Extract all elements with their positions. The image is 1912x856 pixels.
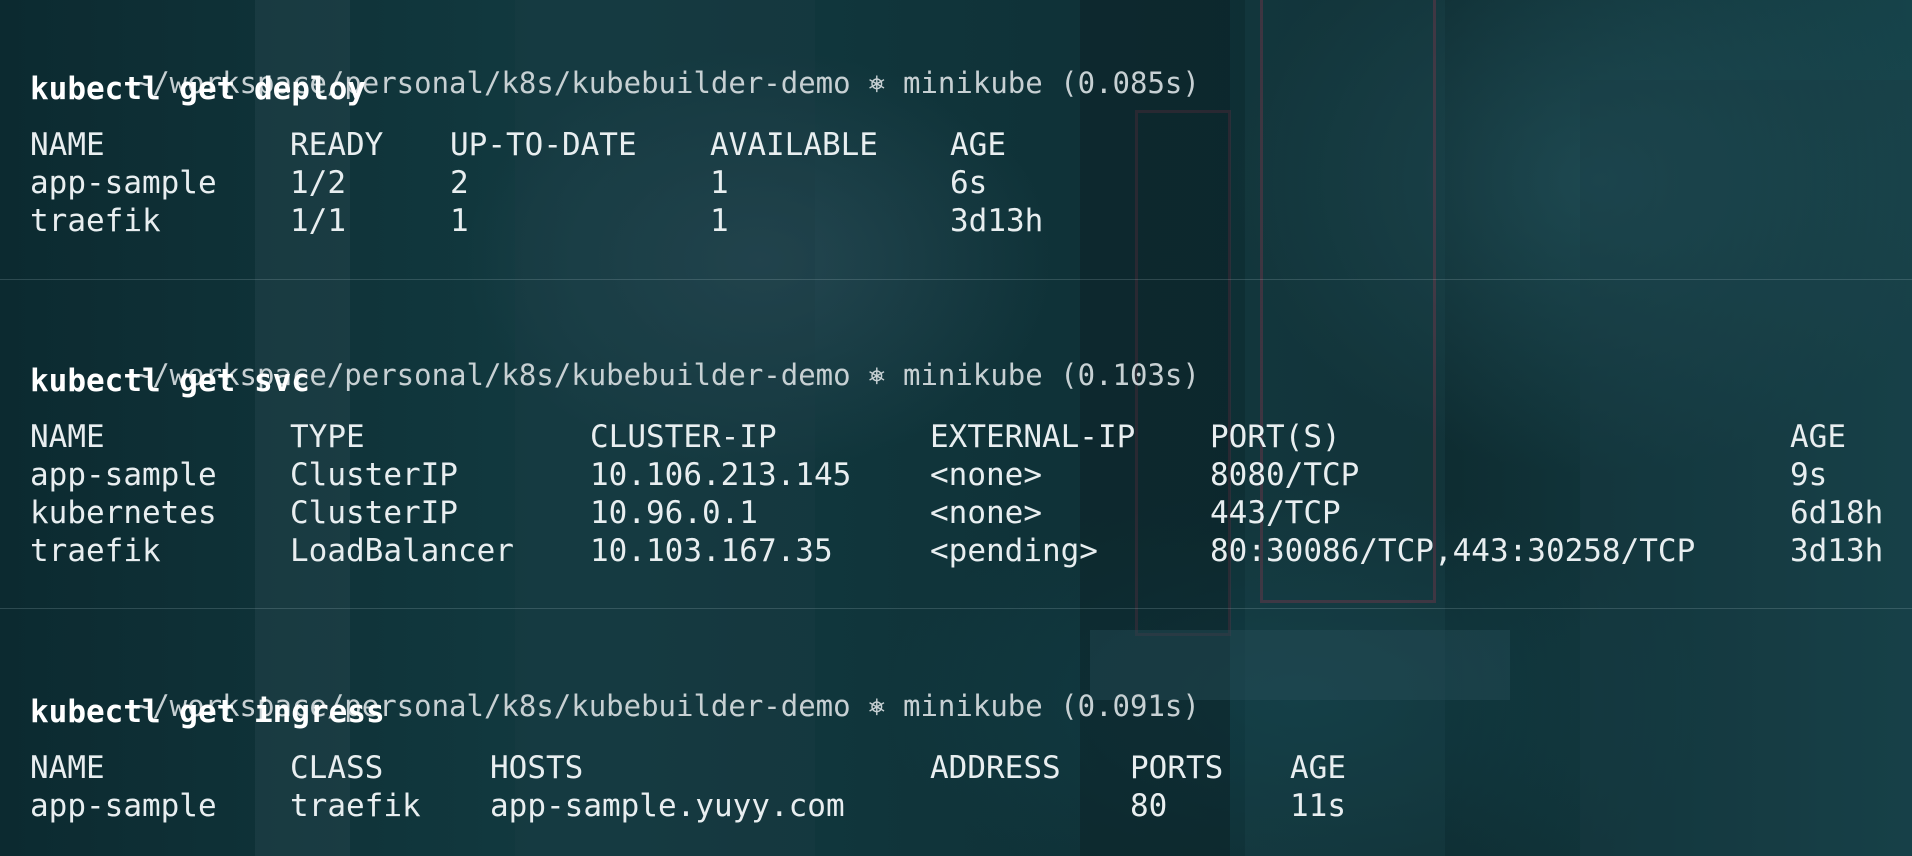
column-header: TYPE <box>290 419 365 455</box>
table-cell: ClusterIP <box>290 495 458 531</box>
table-row: kubernetes ClusterIP 10.96.0.1 <none> 44… <box>30 494 1900 532</box>
table-cell: 3d13h <box>1790 533 1884 569</box>
column-header: AVAILABLE <box>710 127 878 163</box>
table-cell: traefik <box>30 533 161 569</box>
column-header: ADDRESS <box>930 750 1061 786</box>
table-cell: 10.106.213.145 <box>590 457 852 493</box>
kube-context-icon: ⎈ <box>868 66 886 100</box>
table-cell: 9s <box>1790 457 1828 493</box>
table-row: traefik LoadBalancer 10.103.167.35 <pend… <box>30 532 1900 570</box>
table-cell: 10.96.0.1 <box>590 495 758 531</box>
table-cell: 1 <box>450 203 469 239</box>
table-row: app-sample ClusterIP 10.106.213.145 <non… <box>30 456 1900 494</box>
column-header: HOSTS <box>490 750 584 786</box>
table-cell: 1/2 <box>290 165 346 201</box>
table-cell: kubernetes <box>30 495 217 531</box>
column-header: AGE <box>1290 750 1346 786</box>
block-divider <box>0 279 1912 280</box>
table-cell: 80 <box>1130 788 1168 824</box>
table-cell: 8080/TCP <box>1210 457 1360 493</box>
output-table: NAME TYPE CLUSTER-IP EXTERNAL-IP PORT(S)… <box>30 418 1900 578</box>
column-header: EXTERNAL-IP <box>930 419 1136 455</box>
column-header: READY <box>290 127 384 163</box>
kube-context: minikube <box>903 689 1043 723</box>
table-cell: 80:30086/TCP,443:30258/TCP <box>1210 533 1696 569</box>
terminal-window[interactable]: ~/workspace/personal/k8s/kubebuilder-dem… <box>0 0 1912 856</box>
column-header: UP-TO-DATE <box>450 127 637 163</box>
table-cell: 443/TCP <box>1210 495 1341 531</box>
kube-context-icon: ⎈ <box>868 358 886 392</box>
table-row: app-sample traefik app-sample.yuyy.com 8… <box>30 787 1830 825</box>
column-header: AGE <box>1790 419 1846 455</box>
table-cell: 11s <box>1290 788 1346 824</box>
command-line: kubectl get svc <box>30 363 310 399</box>
table-cell: 6d18h <box>1790 495 1884 531</box>
table-cell: 1 <box>710 203 729 239</box>
table-cell: <pending> <box>930 533 1098 569</box>
table-row: traefik 1/1 1 1 3d13h <box>30 202 1830 240</box>
table-cell: app-sample.yuyy.com <box>490 788 845 824</box>
table-cell: app-sample <box>30 165 217 201</box>
table-cell: 1/1 <box>290 203 346 239</box>
table-cell: <none> <box>930 495 1042 531</box>
table-header: NAME CLASS HOSTS ADDRESS PORTS AGE <box>30 749 1830 787</box>
command-timing: (0.085s) <box>1060 66 1200 100</box>
output-table: NAME READY UP-TO-DATE AVAILABLE AGE app-… <box>30 126 1830 246</box>
table-cell: traefik <box>290 788 421 824</box>
table-cell: 2 <box>450 165 469 201</box>
command-line: kubectl get deploy <box>30 71 366 107</box>
column-header: NAME <box>30 750 105 786</box>
prompt-line: ~/workspace/personal/k8s/kubebuilder-dem… <box>30 26 1200 100</box>
prompt-line: ~/workspace/personal/k8s/kubebuilder-dem… <box>30 649 1200 723</box>
table-cell: app-sample <box>30 788 217 824</box>
column-header: CLASS <box>290 750 384 786</box>
block-divider <box>0 608 1912 609</box>
table-header: NAME TYPE CLUSTER-IP EXTERNAL-IP PORT(S)… <box>30 418 1900 456</box>
table-cell: app-sample <box>30 457 217 493</box>
table-cell: <none> <box>930 457 1042 493</box>
command-timing: (0.091s) <box>1060 689 1200 723</box>
kube-context: minikube <box>903 358 1043 392</box>
command-timing: (0.103s) <box>1060 358 1200 392</box>
table-row: app-sample 1/2 2 1 6s <box>30 164 1830 202</box>
table-cell: LoadBalancer <box>290 533 514 569</box>
column-header: PORTS <box>1130 750 1224 786</box>
table-cell: ClusterIP <box>290 457 458 493</box>
column-header: PORT(S) <box>1210 419 1341 455</box>
output-table: NAME CLASS HOSTS ADDRESS PORTS AGE app-s… <box>30 749 1830 829</box>
kube-context-icon: ⎈ <box>868 689 886 723</box>
table-cell: 1 <box>710 165 729 201</box>
column-header: NAME <box>30 127 105 163</box>
command-line: kubectl get ingress <box>30 694 385 730</box>
column-header: CLUSTER-IP <box>590 419 777 455</box>
table-cell: 10.103.167.35 <box>590 533 833 569</box>
table-cell: traefik <box>30 203 161 239</box>
column-header: AGE <box>950 127 1006 163</box>
column-header: NAME <box>30 419 105 455</box>
table-header: NAME READY UP-TO-DATE AVAILABLE AGE <box>30 126 1830 164</box>
prompt-line: ~/workspace/personal/k8s/kubebuilder-dem… <box>30 318 1200 392</box>
kube-context: minikube <box>903 66 1043 100</box>
table-cell: 6s <box>950 165 988 201</box>
table-cell: 3d13h <box>950 203 1044 239</box>
